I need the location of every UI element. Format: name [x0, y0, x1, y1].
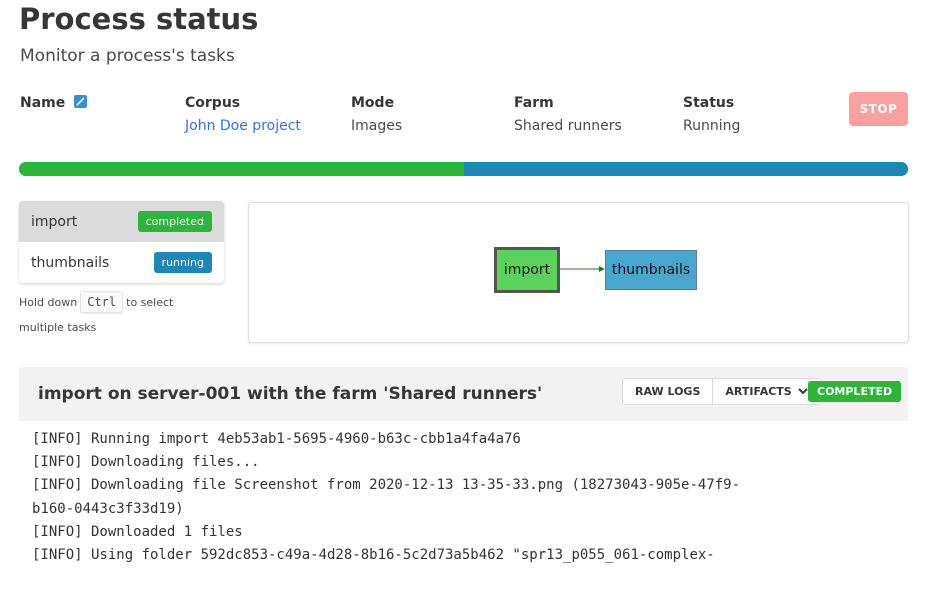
mode-value: Images	[351, 118, 403, 134]
info-name: Name	[20, 95, 88, 111]
edit-icon[interactable]	[74, 95, 88, 108]
info-farm: Farm Shared runners	[514, 95, 622, 134]
stop-button[interactable]: STOP	[849, 92, 908, 126]
task-list: import completed thumbnails running	[19, 201, 224, 283]
task-status-tag: COMPLETED	[808, 381, 902, 402]
log-line: [INFO] Running import 4eb53ab1-5695-4960…	[32, 431, 521, 447]
task-log-panel: import on server-001 with the farm 'Shar…	[19, 367, 908, 597]
progress-running-segment	[463, 162, 908, 176]
log-line: [INFO] Downloading files...	[32, 454, 260, 471]
raw-logs-button[interactable]: RAW LOGS	[623, 379, 713, 404]
info-status: Status Running	[683, 95, 740, 134]
log-line: [INFO] Downloaded 1 files	[32, 523, 243, 540]
graph-edge-import-thumbnails	[557, 266, 605, 272]
page-title: Process status	[19, 2, 259, 36]
farm-value: Shared runners	[514, 118, 622, 134]
log-line: [INFO] Using folder 592dc853-c49a-4d28-8…	[32, 547, 715, 564]
graph-node-thumbnails[interactable]: thumbnails	[605, 250, 697, 290]
chevron-down-icon	[798, 385, 808, 398]
log-line: [INFO] Downloading file Screenshot from …	[32, 477, 741, 494]
page-subtitle: Monitor a process's tasks	[20, 46, 235, 66]
progress-completed-segment	[19, 162, 464, 176]
info-mode: Mode Images	[351, 95, 402, 134]
task-status-badge: running	[153, 252, 212, 273]
artifacts-dropdown[interactable]: ARTIFACTS	[712, 379, 820, 404]
log-output[interactable]: [INFO] Running import 4eb53ab1-5695-4960…	[19, 421, 908, 597]
task-status-badge: completed	[137, 211, 212, 232]
task-item-import[interactable]: import completed	[19, 201, 224, 242]
log-actions: RAW LOGS ARTIFACTS	[622, 378, 821, 405]
log-title: import on server-001 with the farm 'Shar…	[38, 384, 543, 404]
graph-node-import[interactable]: import	[494, 247, 560, 293]
process-progress-bar	[19, 162, 908, 176]
mode-label: Mode	[351, 95, 395, 111]
task-item-thumbnails[interactable]: thumbnails running	[19, 242, 224, 283]
task-name: import	[31, 213, 78, 230]
name-label: Name	[20, 95, 88, 111]
farm-label: Farm	[514, 95, 554, 111]
task-name: thumbnails	[31, 254, 110, 271]
corpus-link[interactable]: John Doe project	[185, 118, 301, 134]
corpus-label: Corpus	[185, 95, 241, 111]
ctrl-key: Ctrl	[80, 291, 124, 313]
multi-select-hint: Hold down Ctrl to select multiple tasks	[19, 290, 219, 340]
status-value: Running	[683, 118, 741, 134]
task-graph: import thumbnails	[248, 202, 909, 343]
info-corpus: Corpus John Doe project	[185, 95, 301, 134]
status-label: Status	[683, 95, 735, 111]
log-line: b160-0443c3f33d19)	[32, 500, 184, 517]
